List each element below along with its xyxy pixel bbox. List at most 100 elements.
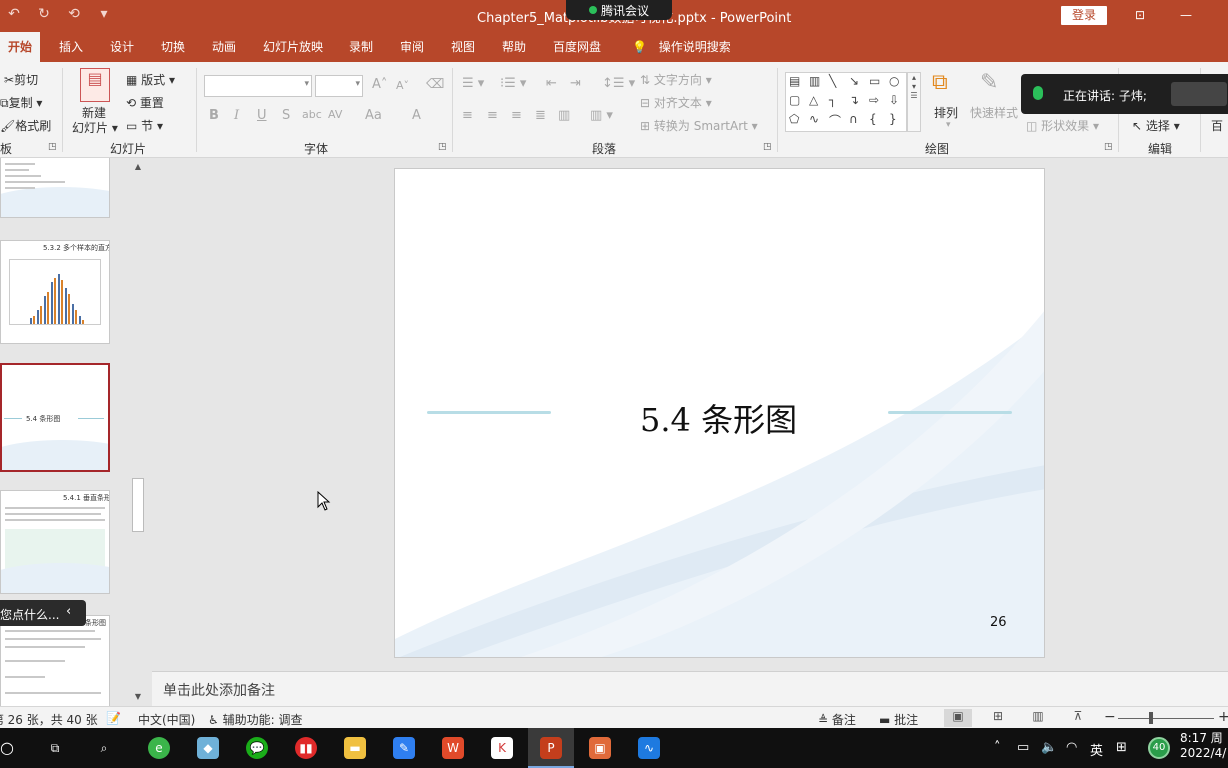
freeform-shape-icon[interactable]: ⬠ xyxy=(789,112,799,126)
dialog-launcher-icon[interactable]: ◳ xyxy=(763,142,772,152)
wps-icon[interactable]: W xyxy=(442,737,464,759)
quick-styles-icon[interactable]: ✎ xyxy=(980,70,998,95)
kingsoft-icon[interactable]: K xyxy=(491,737,513,759)
volume-icon[interactable]: 🔈 xyxy=(1041,740,1057,755)
arrange-icon[interactable]: ⧉ xyxy=(932,70,948,95)
notes-app-icon[interactable]: ◆ xyxy=(197,737,219,759)
tab-view[interactable]: 视图 xyxy=(451,32,475,62)
tab-transitions[interactable]: 切换 xyxy=(161,32,185,62)
slideshow-from-start-icon[interactable]: ⟲ xyxy=(66,6,82,22)
tab-baidu-netdisk[interactable]: 百度网盘 xyxy=(553,32,601,62)
redo-icon[interactable]: ↻ xyxy=(36,6,52,22)
justify-icon[interactable]: ≣ xyxy=(535,108,546,123)
underline-button[interactable]: U xyxy=(257,108,267,123)
rounded-rect-shape-icon[interactable]: ▢ xyxy=(789,93,800,107)
tab-review[interactable]: 审阅 xyxy=(400,32,424,62)
align-text-button[interactable]: ⊟ 对齐文本 ▾ xyxy=(640,94,712,111)
clock[interactable]: 8:17 周 2022/4/ xyxy=(1180,731,1226,761)
battery-icon[interactable]: ▭ xyxy=(1017,740,1029,755)
font-size-combobox[interactable]: ▾ xyxy=(315,75,363,97)
notes-pane[interactable]: 单击此处添加备注 xyxy=(152,671,1228,706)
tab-animations[interactable]: 动画 xyxy=(212,32,236,62)
dialog-launcher-icon[interactable]: ◳ xyxy=(1104,142,1113,152)
textbox-shape-icon[interactable]: ▤ xyxy=(789,74,800,88)
minimize-icon[interactable]: — xyxy=(1176,6,1196,26)
oval-shape-icon[interactable]: ○ xyxy=(889,74,899,88)
italic-button[interactable]: I xyxy=(234,108,239,123)
slide-thumbnail[interactable] xyxy=(0,158,110,218)
rectangle-shape-icon[interactable]: ▭ xyxy=(869,74,880,88)
tab-help[interactable]: 帮助 xyxy=(502,32,526,62)
slide-sorter-icon[interactable]: ⊞ xyxy=(984,709,1012,727)
zoom-slider-handle[interactable] xyxy=(1149,712,1153,724)
language-indicator[interactable]: 中文(中国) xyxy=(138,711,195,728)
decrease-font-icon[interactable]: A˅ xyxy=(396,79,409,92)
layout-button[interactable]: ▦ 版式 ▾ xyxy=(126,71,175,88)
clear-formatting-icon[interactable]: ⌫ xyxy=(426,77,444,92)
arc-shape-icon[interactable]: ⌒ xyxy=(829,112,841,129)
normal-view-icon[interactable]: ▣ xyxy=(944,709,972,727)
bold-button[interactable]: B xyxy=(209,108,219,123)
notes-toggle[interactable]: ≜ 备注 xyxy=(818,711,856,728)
scribble-shape-icon[interactable]: ∿ xyxy=(809,112,819,126)
scroll-down-icon[interactable]: ▼ xyxy=(131,692,145,701)
wechat-icon[interactable]: 💬 xyxy=(246,737,268,759)
text-direction-button[interactable]: ⇅ 文字方向 ▾ xyxy=(640,71,712,88)
recorder-icon[interactable]: ▮▮ xyxy=(295,737,317,759)
zoom-out-icon[interactable]: − xyxy=(1104,709,1116,725)
new-slide-icon[interactable]: ▤ xyxy=(80,68,110,102)
cut-button[interactable]: ✂剪切 xyxy=(4,71,38,88)
input-method-indicator[interactable]: 英 xyxy=(1090,740,1103,759)
shadow-button[interactable]: S xyxy=(282,108,290,123)
arrange-button[interactable]: 排列 xyxy=(934,104,958,121)
elbow-connector-shape-icon[interactable]: ┐ xyxy=(829,93,836,107)
reset-button[interactable]: ⟲ 重置 xyxy=(126,94,164,111)
strikethrough-icon[interactable]: abc xyxy=(302,108,322,121)
slide-thumbnail[interactable]: 条形图 xyxy=(0,615,110,706)
decrease-indent-icon[interactable]: ⇤ xyxy=(546,76,557,91)
distributed-icon[interactable]: ▥ xyxy=(558,108,570,123)
customize-qat-icon[interactable]: ▾ xyxy=(96,6,112,22)
dialog-launcher-icon[interactable]: ◳ xyxy=(438,142,447,152)
section-button[interactable]: ▭ 节 ▾ xyxy=(126,117,163,134)
convert-smartart-button[interactable]: ⊞ 转换为 SmartArt ▾ xyxy=(640,117,758,134)
down-arrow-shape-icon[interactable]: ⇩ xyxy=(889,93,899,107)
tab-slideshow[interactable]: 幻灯片放映 xyxy=(263,32,323,62)
thumbnails-scrollbar[interactable]: ▲ ▼ xyxy=(131,162,145,704)
baidu-save-button[interactable]: 百 xyxy=(1211,117,1223,134)
comments-toggle[interactable]: ▬ 批注 xyxy=(879,711,918,728)
slide-thumbnail[interactable]: 5.3.2 多个样本的直方图 xyxy=(0,240,110,344)
increase-font-icon[interactable]: A˄ xyxy=(372,77,387,92)
task-view-icon[interactable]: ⧉ xyxy=(44,737,66,759)
ribbon-display-options-icon[interactable]: ⊡ xyxy=(1130,6,1150,26)
bullets-icon[interactable]: ☰ ▾ xyxy=(462,76,484,91)
quick-styles-button[interactable]: 快速样式 xyxy=(970,104,1018,121)
slides-app-icon[interactable]: ▣ xyxy=(589,737,611,759)
slide-thumbnail[interactable]: 5.4.1 垂直条形图 xyxy=(0,490,110,594)
tab-record[interactable]: 录制 xyxy=(349,32,373,62)
slideshow-view-icon[interactable]: ⊼ xyxy=(1064,709,1092,727)
shapes-gallery[interactable]: ▤ ▥ ╲ ↘ ▭ ○ ▢ △ ┐ ↴ ⇨ ⇩ ⬠ ∿ ⌒ ∩ { } xyxy=(785,72,907,132)
search-icon[interactable]: ⌕ xyxy=(93,737,115,759)
wifi-icon[interactable]: ◠ xyxy=(1066,740,1077,755)
align-center-icon[interactable]: ≡ xyxy=(487,108,498,123)
dialog-launcher-icon[interactable]: ◳ xyxy=(48,142,57,152)
left-brace-shape-icon[interactable]: { xyxy=(869,112,877,126)
zoom-slider[interactable] xyxy=(1118,718,1214,719)
character-spacing-button[interactable]: AV xyxy=(328,108,342,121)
elbow-arrow-shape-icon[interactable]: ↴ xyxy=(849,93,859,107)
vertical-textbox-shape-icon[interactable]: ▥ xyxy=(809,74,820,88)
columns-icon[interactable]: ▥ ▾ xyxy=(590,108,613,123)
font-name-combobox[interactable]: ▾ xyxy=(204,75,312,97)
shapes-gallery-scroll[interactable]: ▴ ▾ ☰ xyxy=(907,72,921,132)
browser-icon[interactable]: e xyxy=(148,737,170,759)
scrollbar-thumb[interactable] xyxy=(132,478,144,532)
powerpoint-icon[interactable]: P xyxy=(540,737,562,759)
align-right-icon[interactable]: ≡ xyxy=(511,108,522,123)
line-shape-icon[interactable]: ╲ xyxy=(829,74,836,88)
tencent-docs-icon[interactable]: ✎ xyxy=(393,737,415,759)
tab-home[interactable]: 开始 xyxy=(0,32,41,62)
scroll-up-icon[interactable]: ▲ xyxy=(131,162,145,171)
tencent-meeting-icon[interactable]: ∿ xyxy=(638,737,660,759)
tab-design[interactable]: 设计 xyxy=(110,32,134,62)
